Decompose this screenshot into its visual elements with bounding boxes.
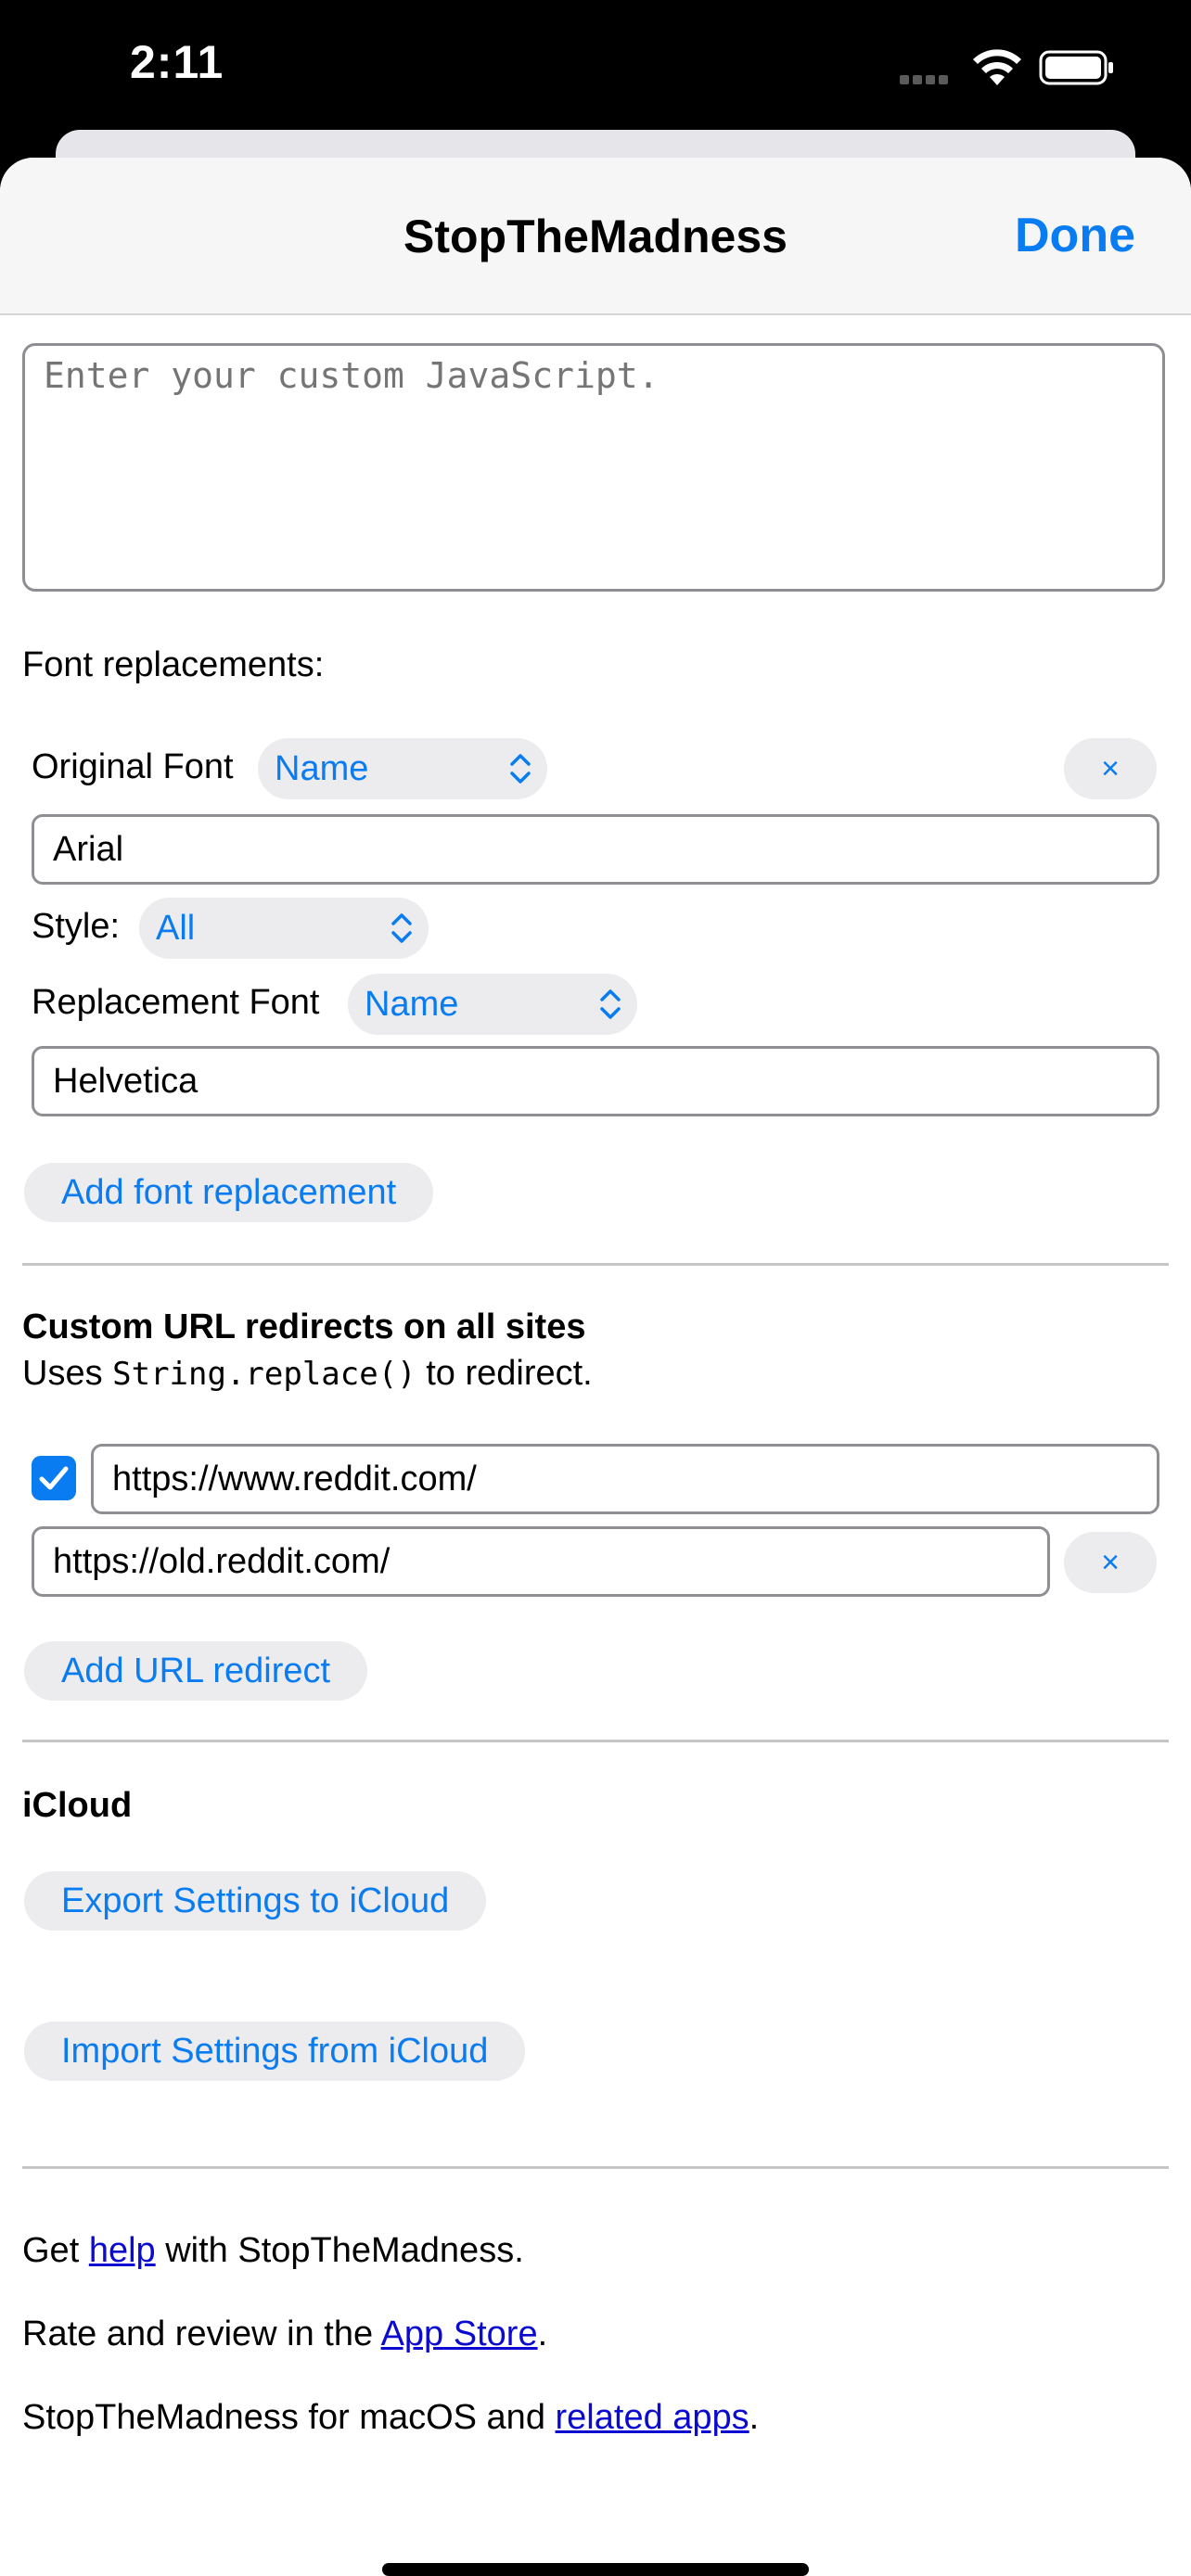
desc-prefix: Uses	[22, 1354, 113, 1393]
battery-icon	[1039, 50, 1113, 85]
url-redirects-description: Uses String.replace() to redirect.	[22, 1354, 593, 1394]
redirect-from-field[interactable]: https://www.reddit.com/	[91, 1444, 1159, 1514]
desc-suffix: to redirect.	[416, 1354, 593, 1393]
redirect-to-field[interactable]: https://old.reddit.com/	[32, 1526, 1050, 1597]
macos-prefix: StopTheMadness for macOS and	[22, 2398, 556, 2437]
cellular-signal-icon	[900, 72, 955, 84]
help-suffix: with StopTheMadness.	[155, 2231, 524, 2270]
chevron-up-down-icon	[510, 754, 531, 784]
font-style-value: All	[156, 909, 196, 948]
related-apps-link[interactable]: related apps	[556, 2398, 749, 2437]
rate-line: Rate and review in the App Store.	[22, 2315, 547, 2354]
chevron-up-down-icon	[391, 913, 412, 943]
replacement-font-type-select[interactable]: Name	[348, 974, 637, 1035]
icloud-heading: iCloud	[22, 1786, 133, 1825]
redirect-enabled-checkbox[interactable]	[32, 1456, 76, 1500]
replacement-font-label: Replacement Font	[32, 983, 320, 1022]
desc-code: String.replace()	[112, 1356, 416, 1393]
font-replacements-heading: Font replacements:	[22, 645, 325, 684]
original-font-type-select[interactable]: Name	[258, 738, 547, 799]
macos-line: StopTheMadness for macOS and related app…	[22, 2398, 759, 2438]
help-line: Get help with StopTheMadness.	[22, 2231, 524, 2271]
url-redirects-heading: Custom URL redirects on all sites	[22, 1307, 586, 1346]
wifi-icon	[973, 49, 1021, 85]
rate-suffix: .	[537, 2315, 548, 2353]
divider	[22, 2166, 1169, 2169]
home-indicator	[382, 2563, 809, 2576]
rate-prefix: Rate and review in the	[22, 2315, 381, 2353]
app-store-link[interactable]: App Store	[381, 2315, 538, 2353]
original-font-label: Original Font	[32, 747, 234, 786]
remove-url-redirect-button[interactable]: ×	[1064, 1532, 1157, 1593]
original-font-field[interactable]: Arial	[32, 814, 1159, 885]
status-time: 2:11	[130, 36, 224, 88]
settings-sheet: StopTheMadness Done Font replacements: O…	[0, 158, 1191, 2576]
custom-javascript-input[interactable]	[22, 343, 1165, 592]
settings-content: Font replacements: Original Font Name × …	[0, 158, 1191, 2576]
add-url-redirect-button[interactable]: Add URL redirect	[24, 1641, 368, 1701]
style-label: Style:	[32, 907, 121, 946]
macos-suffix: .	[749, 2398, 760, 2437]
add-font-replacement-button[interactable]: Add font replacement	[24, 1163, 434, 1222]
export-icloud-button[interactable]: Export Settings to iCloud	[24, 1871, 487, 1931]
import-icloud-button[interactable]: Import Settings from iCloud	[24, 2021, 526, 2081]
help-prefix: Get	[22, 2231, 89, 2270]
chevron-up-down-icon	[600, 989, 621, 1019]
replacement-font-type-value: Name	[365, 985, 459, 1024]
remove-font-replacement-button[interactable]: ×	[1064, 738, 1157, 799]
divider	[22, 1740, 1169, 1742]
replacement-font-field[interactable]: Helvetica	[32, 1046, 1159, 1116]
status-bar: 2:11	[0, 0, 1191, 139]
help-link[interactable]: help	[89, 2231, 156, 2270]
font-style-select[interactable]: All	[139, 898, 429, 959]
original-font-type-value: Name	[275, 749, 369, 788]
divider	[22, 1263, 1169, 1266]
